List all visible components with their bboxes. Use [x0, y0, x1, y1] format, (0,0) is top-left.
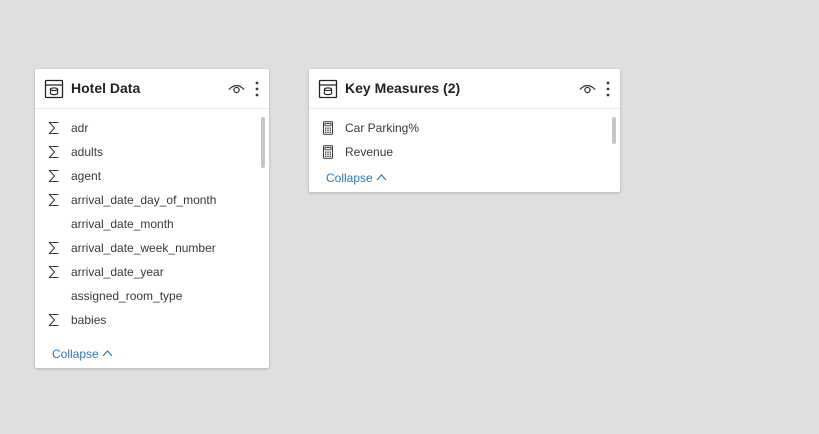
table-card-header[interactable]: Key Measures (2)	[309, 69, 620, 109]
eye-icon[interactable]	[228, 81, 245, 96]
sigma-icon	[48, 265, 59, 279]
sigma-icon	[48, 193, 59, 207]
field-label: arrival_date_day_of_month	[71, 193, 217, 207]
more-options-icon[interactable]	[254, 80, 260, 98]
field-item[interactable]: arrival_date_year	[35, 261, 269, 285]
table-title[interactable]: Key Measures (2)	[345, 80, 460, 96]
field-label: arrival_date_year	[71, 265, 164, 279]
collapse-label: Collapse	[326, 171, 373, 185]
scrollbar[interactable]	[612, 117, 616, 144]
field-list: adr adults agent arrival_date_day_of_mon…	[35, 117, 269, 333]
field-label: arrival_date_month	[71, 217, 174, 231]
field-item[interactable]: assigned_room_type	[35, 285, 269, 309]
sigma-icon	[48, 121, 59, 135]
field-item[interactable]: adr	[35, 117, 269, 141]
collapse-button[interactable]: Collapse	[52, 347, 113, 361]
sigma-icon	[48, 145, 59, 159]
measure-label: Car Parking%	[345, 121, 420, 135]
field-item[interactable]: arrival_date_month	[35, 213, 269, 237]
field-label: arrival_date_week_number	[71, 241, 216, 255]
field-label: agent	[71, 169, 102, 183]
table-card-hotel-data[interactable]: Hotel Data adr adults agent arrival_date…	[35, 69, 269, 368]
field-item[interactable]: babies	[35, 309, 269, 333]
table-card-header[interactable]: Hotel Data	[35, 69, 269, 109]
collapse-label: Collapse	[52, 347, 99, 361]
measure-item[interactable]: Car Parking%	[309, 117, 620, 141]
eye-icon[interactable]	[579, 81, 596, 96]
measure-item[interactable]: Revenue	[309, 141, 620, 165]
field-item[interactable]: arrival_date_week_number	[35, 237, 269, 261]
chevron-up-icon	[102, 350, 113, 357]
collapse-button[interactable]: Collapse	[326, 171, 387, 185]
sigma-icon	[48, 241, 59, 255]
field-label: adr	[71, 121, 89, 135]
field-item[interactable]: arrival_date_day_of_month	[35, 189, 269, 213]
field-list: Car Parking% Revenue	[309, 117, 620, 165]
calculator-icon	[323, 145, 333, 159]
field-item[interactable]: agent	[35, 165, 269, 189]
field-item[interactable]: adults	[35, 141, 269, 165]
model-view-canvas: Hotel Data adr adults agent arrival_date…	[0, 0, 819, 434]
sigma-icon	[48, 313, 59, 327]
more-options-icon[interactable]	[605, 80, 611, 98]
table-card-key-measures[interactable]: Key Measures (2) Car Parking% Revenue Co…	[309, 69, 620, 192]
chevron-up-icon	[376, 174, 387, 181]
calculator-icon	[323, 121, 333, 135]
field-label: adults	[71, 145, 104, 159]
sigma-icon	[48, 169, 59, 183]
scrollbar[interactable]	[261, 117, 265, 168]
table-icon	[318, 79, 338, 99]
field-label: assigned_room_type	[71, 289, 183, 303]
table-title[interactable]: Hotel Data	[71, 80, 140, 96]
field-label: babies	[71, 313, 107, 327]
table-icon	[44, 79, 64, 99]
measure-label: Revenue	[345, 145, 394, 159]
